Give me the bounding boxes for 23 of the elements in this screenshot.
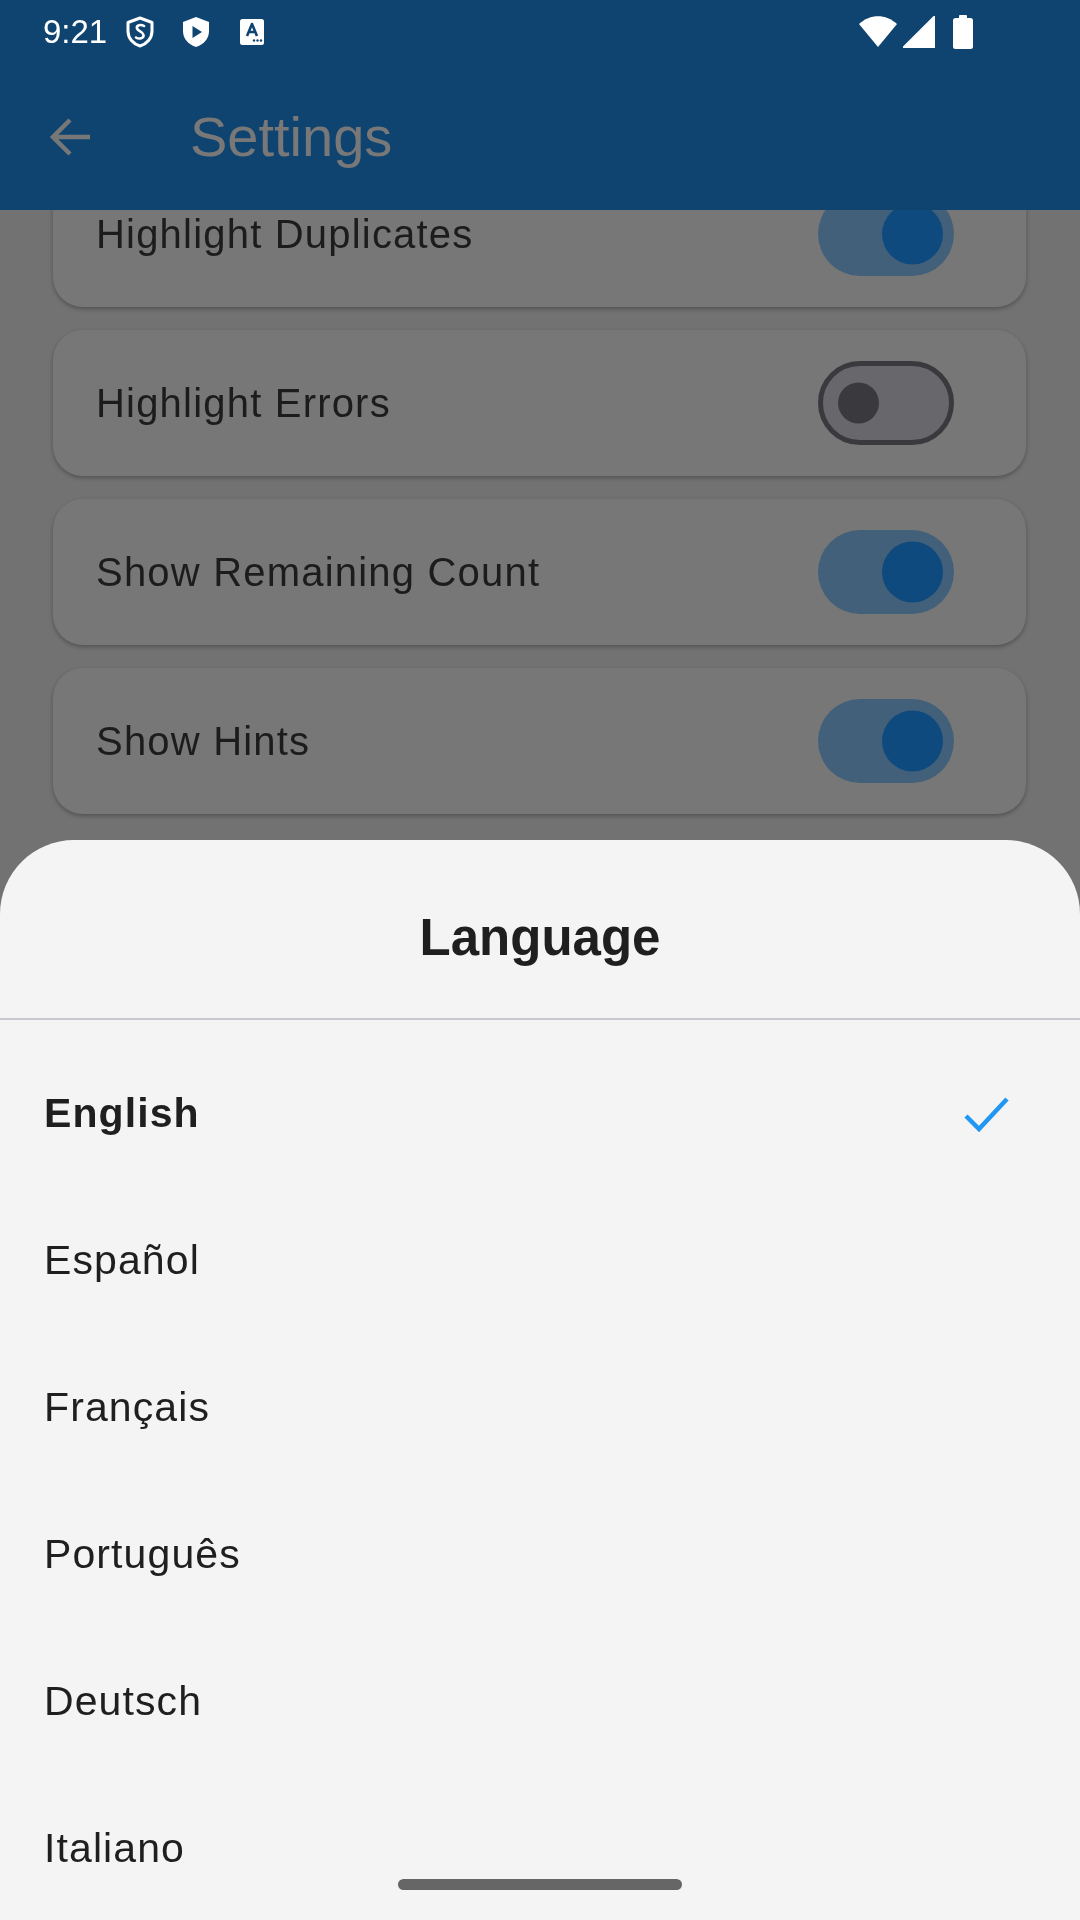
setting-label: Show Remaining Count	[96, 549, 541, 595]
signal-icon	[903, 15, 935, 48]
sheet-title: Language	[419, 907, 661, 967]
font-tile-icon	[240, 18, 265, 45]
language-option[interactable]: Français	[0, 1334, 1080, 1481]
language-option[interactable]: Español	[0, 1187, 1080, 1334]
shield-icon	[125, 15, 156, 48]
setting-label: Highlight Duplicates	[96, 211, 474, 257]
language-option[interactable]: Italiano	[0, 1775, 1080, 1920]
language-option[interactable]: Deutsch	[0, 1628, 1080, 1775]
wifi-icon	[859, 15, 897, 48]
language-option[interactable]: English	[0, 1040, 1080, 1187]
setting-label: Highlight Errors	[96, 380, 391, 426]
setting-label: Show Hints	[96, 718, 311, 764]
toggle-switch[interactable]	[818, 210, 954, 276]
check-icon	[964, 1095, 1009, 1132]
shield-play-icon	[181, 15, 212, 48]
screen-title: Settings	[190, 103, 393, 170]
back-button[interactable]	[50, 115, 92, 158]
arrow-left-icon	[50, 116, 92, 157]
language-option[interactable]: Português	[0, 1481, 1080, 1628]
status-time: 9:21	[43, 12, 108, 51]
battery-icon	[953, 14, 973, 49]
